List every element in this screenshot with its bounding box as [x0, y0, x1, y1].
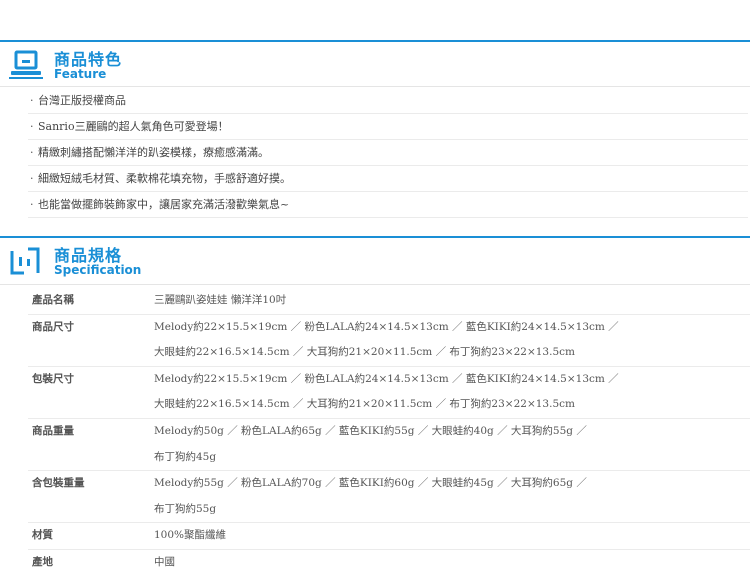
spec-value: Melody約55g ／ 粉色LALA約70g ／ 藍色KIKI約60g ／ 大…: [154, 477, 587, 490]
list-item: · 細緻短絨毛材質、柔軟棉花填充物，手感舒適好摸。: [28, 166, 748, 192]
feature-header: 商品特色 Feature: [0, 40, 750, 86]
list-item: · Sanrio三麗鷗的超人氣角色可愛登場！: [28, 114, 748, 140]
table-row: 材質 100%聚酯纖維: [28, 523, 750, 550]
spec-table: 產品名稱 三麗鷗趴姿娃娃 懶洋洋10吋 商品尺寸 Melody約22×15.5×…: [28, 288, 750, 576]
spec-value: Melody約22×15.5×19cm ／ 粉色LALA約24×14.5×13c…: [154, 320, 619, 333]
spec-label: 商品尺寸: [32, 320, 74, 333]
list-item: · 台灣正版授權商品: [28, 88, 748, 114]
divider: [0, 284, 750, 285]
feature-list: · 台灣正版授權商品 · Sanrio三麗鷗的超人氣角色可愛登場！ · 精緻刺繡搭配懶…: [28, 88, 748, 218]
spec-value: 布丁狗約45g: [154, 450, 217, 463]
table-row: 商品重量 Melody約50g ／ 粉色LALA約65g ／ 藍色KIKI約55…: [28, 418, 750, 471]
spec-subtitle: Specification: [54, 263, 142, 277]
spec-label: 材質: [32, 529, 53, 542]
table-row: 商品尺寸 Melody約22×15.5×19cm ／ 粉色LALA約24×14.…: [28, 314, 750, 367]
spec-label: 產地: [32, 555, 53, 568]
spec-value: 100%聚酯纖維: [154, 529, 227, 542]
list-item: · 精緻刺繡搭配懶洋洋的趴姿模樣，療癒感滿滿。: [28, 140, 748, 166]
table-row: 含包裝重量 Melody約55g ／ 粉色LALA約70g ／ 藍色KIKI約6…: [28, 471, 750, 523]
table-row: 包裝尺寸 Melody約22×15.5×19cm ／ 粉色LALA約24×14.…: [28, 366, 750, 419]
spec-value: 大眼蛙約22×16.5×14.5cm ／ 大耳狗約21×20×11.5cm ／ …: [154, 398, 575, 411]
spec-label: 含包裝重量: [32, 477, 85, 490]
spec-value: Melody約50g ／ 粉色LALA約65g ／ 藍色KIKI約55g ／ 大…: [154, 424, 587, 437]
spec-value: 大眼蛙約22×16.5×14.5cm ／ 大耳狗約21×20×11.5cm ／ …: [154, 346, 575, 359]
table-row: 產品名稱 三麗鷗趴姿娃娃 懶洋洋10吋: [28, 288, 750, 315]
feature-subtitle: Feature: [54, 67, 107, 81]
table-row: 產地 中國: [28, 549, 750, 575]
spec-header: 商品規格 Specification: [0, 236, 750, 282]
spec-value: 三麗鷗趴姿娃娃 懶洋洋10吋: [154, 294, 287, 306]
spec-value: Melody約22×15.5×19cm ／ 粉色LALA約24×14.5×13c…: [154, 372, 619, 385]
laptop-icon: [9, 50, 43, 79]
list-item: · 也能當做擺飾裝飾家中，讓居家充滿活潑歡樂氣息~: [28, 192, 748, 218]
spec-value: 布丁狗約55g: [154, 502, 217, 515]
spec-icon: [10, 247, 40, 275]
spec-label: 產品名稱: [32, 294, 74, 306]
divider: [0, 86, 750, 87]
spec-label: 包裝尺寸: [32, 372, 74, 385]
spec-value: 中國: [154, 555, 175, 568]
spec-label: 商品重量: [32, 424, 74, 437]
